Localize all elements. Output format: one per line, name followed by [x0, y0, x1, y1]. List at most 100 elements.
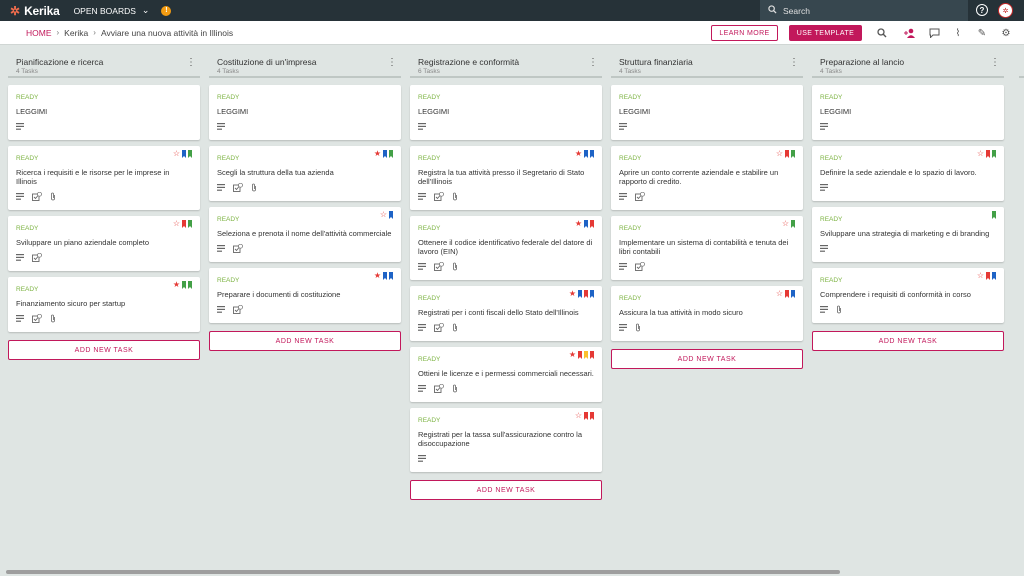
task-card[interactable]: ★ READY Ottenere il codice identificativ… [410, 216, 602, 280]
search-board-icon[interactable] [875, 26, 889, 40]
star-outline-icon[interactable]: ☆ [782, 220, 789, 228]
learn-more-button[interactable]: LEARN MORE [711, 25, 778, 41]
task-card[interactable]: READY Sviluppare una strategia di market… [812, 207, 1004, 262]
task-card[interactable]: ☆ READY Implementare un sistema di conta… [611, 216, 803, 280]
next-column-edge [1019, 52, 1024, 78]
alert-icon[interactable]: ! [161, 5, 172, 16]
star-filled-icon[interactable]: ★ [173, 281, 180, 289]
add-new-task-button[interactable]: ADD NEW TASK [611, 349, 803, 369]
task-card[interactable]: ★ READY Finanziamento sicuro per startup [8, 277, 200, 332]
task-card[interactable]: ☆ READY Comprendere i requisiti di confo… [812, 268, 1004, 323]
star-filled-icon[interactable]: ★ [569, 351, 576, 359]
search-placeholder: Search [783, 5, 810, 16]
star-filled-icon[interactable]: ★ [575, 220, 582, 228]
task-status: READY [418, 356, 441, 363]
add-new-task-button[interactable]: ADD NEW TASK [410, 480, 602, 500]
task-meta-icons [418, 383, 594, 394]
user-avatar[interactable]: ✲ [998, 3, 1013, 18]
task-card[interactable]: ☆ READY Assicura la tua attività in modo… [611, 286, 803, 341]
help-icon[interactable]: ? [976, 4, 988, 16]
column-task-count: 4 Tasks [16, 68, 38, 75]
star-outline-icon[interactable]: ☆ [380, 211, 387, 219]
task-card[interactable]: ☆ READY Ricerca i requisiti e le risorse… [8, 146, 200, 210]
star-filled-icon[interactable]: ★ [374, 150, 381, 158]
task-card[interactable]: READY LEGGIMI [611, 85, 803, 140]
task-title: Sviluppare una strategia di marketing e … [820, 229, 990, 238]
more-vert-icon[interactable]: ⋮ [186, 57, 196, 68]
task-title: LEGGIMI [418, 107, 450, 116]
star-outline-icon[interactable]: ☆ [173, 220, 180, 228]
task-card[interactable]: ☆ READY Registrati per la tassa sull'ass… [410, 408, 602, 472]
green-tag-icon [188, 150, 192, 158]
star-filled-icon[interactable]: ★ [374, 272, 381, 280]
task-status: READY [820, 277, 843, 284]
task-card[interactable]: ★ READY Scegli la struttura della tua az… [209, 146, 401, 201]
description-icon [217, 183, 225, 193]
task-card[interactable]: ★ READY Ottieni le licenze e i permessi … [410, 347, 602, 402]
attachment-icon[interactable]: ⌇ [951, 26, 965, 40]
star-filled-icon[interactable]: ★ [575, 150, 582, 158]
settings-icon[interactable]: ⚙ [999, 26, 1013, 40]
more-vert-icon[interactable]: ⋮ [387, 57, 397, 68]
task-meta-icons [418, 322, 594, 333]
column-title[interactable]: Preparazione al lancio [820, 57, 1004, 67]
task-title: Registra la tua attività presso il Segre… [418, 168, 585, 186]
add-person-icon[interactable] [903, 26, 917, 40]
tools-icon[interactable]: ✎ [975, 26, 989, 40]
top-bar: ✲ Kerika OPEN BOARDS ⌄ ! Search ? ✲ [0, 0, 1024, 21]
more-vert-icon[interactable]: ⋮ [789, 57, 799, 68]
search-input[interactable]: Search [760, 0, 968, 21]
star-outline-icon[interactable]: ☆ [173, 150, 180, 158]
task-meta-icons [217, 243, 393, 254]
task-card[interactable]: READY LEGGIMI [410, 85, 602, 140]
task-card[interactable]: ☆ READY Aprire un conto corrente azienda… [611, 146, 803, 210]
add-new-task-button[interactable]: ADD NEW TASK [812, 331, 1004, 351]
task-meta-icons [820, 183, 996, 193]
description-icon [619, 323, 627, 333]
star-outline-icon[interactable]: ☆ [776, 290, 783, 298]
column-title[interactable]: Struttura finanziaria [619, 57, 803, 67]
more-vert-icon[interactable]: ⋮ [990, 57, 1000, 68]
task-card[interactable]: ☆ READY Definire la sede aziendale e lo … [812, 146, 1004, 201]
description-icon [16, 253, 24, 263]
more-vert-icon[interactable]: ⋮ [588, 57, 598, 68]
task-title: Comprendere i requisiti di conformità in… [820, 290, 971, 299]
column-title[interactable]: Registrazione e conformità [418, 57, 602, 67]
star-filled-icon[interactable]: ★ [569, 290, 576, 298]
blue-tag-icon [584, 220, 588, 228]
board-column: Pianificazione e ricerca 4 Tasks ⋮ READY… [8, 52, 200, 500]
task-card[interactable]: ★ READY Registra la tua attività presso … [410, 146, 602, 210]
description-icon [820, 244, 828, 254]
add-new-task-button[interactable]: ADD NEW TASK [209, 331, 401, 351]
column-title[interactable]: Costituzione di un'impresa [217, 57, 401, 67]
column-title[interactable]: Pianificazione e ricerca [16, 57, 200, 67]
task-card[interactable]: ☆ READY Seleziona e prenota il nome dell… [209, 207, 401, 262]
task-status: READY [418, 295, 441, 302]
task-card[interactable]: ★ READY Preparare i documenti di costitu… [209, 268, 401, 323]
star-outline-icon[interactable]: ☆ [977, 150, 984, 158]
star-outline-icon[interactable]: ☆ [575, 412, 582, 420]
use-template-button[interactable]: USE TEMPLATE [789, 25, 862, 41]
chat-icon[interactable] [927, 26, 941, 40]
star-outline-icon[interactable]: ☆ [977, 272, 984, 280]
blue-tag-icon [182, 150, 186, 158]
kerika-logo[interactable]: ✲ Kerika [10, 4, 60, 18]
breadcrumb-home[interactable]: HOME [26, 28, 52, 38]
open-boards-menu[interactable]: OPEN BOARDS ⌄ [74, 5, 150, 16]
description-icon [820, 305, 828, 315]
task-meta-icons [217, 122, 393, 132]
task-board: Pianificazione e ricerca 4 Tasks ⋮ READY… [8, 52, 1004, 500]
card-markers: ☆ [173, 220, 192, 228]
breadcrumb-org[interactable]: Kerika [64, 28, 88, 38]
task-card[interactable]: ☆ READY Sviluppare un piano aziendale co… [8, 216, 200, 271]
horizontal-scrollbar[interactable] [6, 570, 840, 574]
task-card[interactable]: READY LEGGIMI [8, 85, 200, 140]
task-card[interactable]: READY LEGGIMI [209, 85, 401, 140]
star-outline-icon[interactable]: ☆ [776, 150, 783, 158]
task-card[interactable]: READY LEGGIMI [812, 85, 1004, 140]
add-new-task-button[interactable]: ADD NEW TASK [8, 340, 200, 360]
task-title: Ottenere il codice identificativo federa… [418, 238, 593, 256]
task-status: READY [418, 155, 441, 162]
task-card[interactable]: ★ READY Registrati per i conti fiscali d… [410, 286, 602, 341]
card-list: READY LEGGIMI ★ READY Registra la tua at… [410, 85, 602, 472]
